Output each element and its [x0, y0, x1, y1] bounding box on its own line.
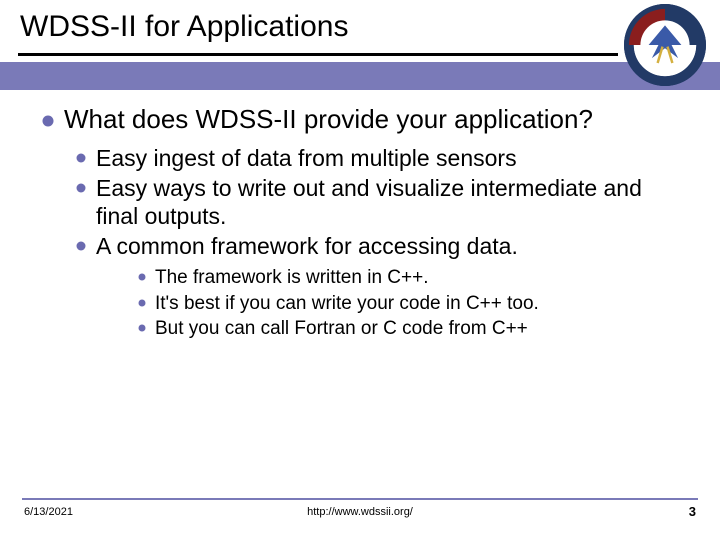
bullet-icon	[76, 237, 88, 251]
content: What does WDSS-II provide your applicati…	[42, 104, 680, 349]
level3-group: The framework is written in C++. It's be…	[138, 266, 680, 341]
bullet-level3: The framework is written in C++.	[138, 266, 680, 290]
level3-text: But you can call Fortran or C code from …	[155, 317, 528, 341]
bullet-level2: Easy ingest of data from multiple sensor…	[76, 144, 680, 172]
bullet-icon	[138, 321, 148, 333]
level2-text: Easy ways to write out and visualize int…	[96, 174, 680, 230]
bullet-icon	[76, 179, 88, 193]
bullet-icon	[76, 149, 88, 163]
level3-text: The framework is written in C++.	[155, 266, 428, 290]
footer-page-number: 3	[689, 504, 696, 519]
bullet-level3: But you can call Fortran or C code from …	[138, 317, 680, 341]
slide: WDSS-II for Applications What does WDSS-…	[0, 0, 720, 540]
level2-text: A common framework for accessing data.	[96, 232, 518, 260]
bullet-icon	[138, 296, 148, 308]
level1-text: What does WDSS-II provide your applicati…	[64, 104, 593, 136]
level2-text: Easy ingest of data from multiple sensor…	[96, 144, 517, 172]
bullet-icon	[138, 270, 148, 282]
bullet-icon	[42, 104, 56, 132]
level2-group: Easy ingest of data from multiple sensor…	[76, 144, 680, 341]
title-underline	[18, 53, 618, 56]
slide-title: WDSS-II for Applications	[20, 10, 720, 44]
footer-url: http://www.wdssii.org/	[0, 506, 720, 518]
bullet-level2: Easy ways to write out and visualize int…	[76, 174, 680, 230]
level3-text: It's best if you can write your code in …	[155, 292, 539, 316]
footer: 6/13/2021 http://www.wdssii.org/ 3	[0, 504, 720, 528]
nssl-logo-icon	[624, 4, 706, 86]
bullet-level2: A common framework for accessing data.	[76, 232, 680, 260]
footer-divider	[22, 498, 698, 500]
accent-bar	[0, 62, 720, 90]
bullet-level3: It's best if you can write your code in …	[138, 292, 680, 316]
title-area: WDSS-II for Applications	[0, 0, 720, 62]
bullet-level1: What does WDSS-II provide your applicati…	[42, 104, 680, 136]
